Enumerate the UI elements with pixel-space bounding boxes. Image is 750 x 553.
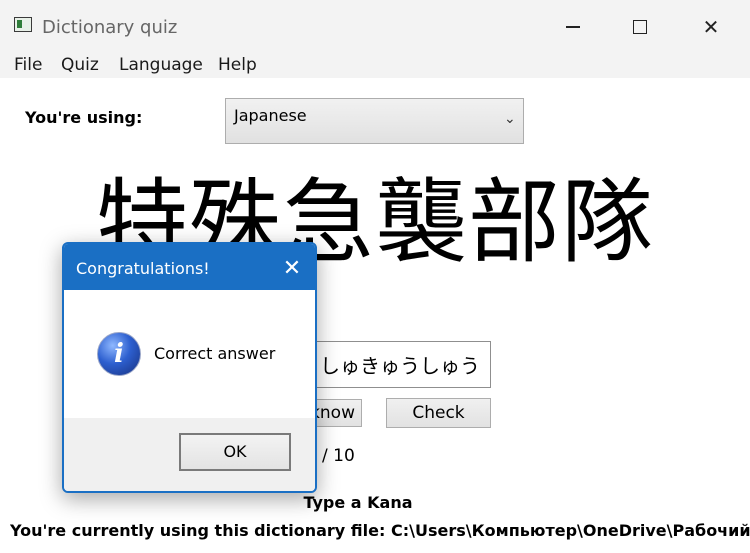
maximize-button[interactable] <box>617 8 663 46</box>
dialog-body: i Correct answer <box>64 290 315 418</box>
menu-quiz[interactable]: Quiz <box>61 55 99 75</box>
dialog-close-button[interactable]: ✕ <box>274 253 310 283</box>
close-icon: ✕ <box>702 15 720 39</box>
score-text: / 10 <box>322 446 355 466</box>
app-icon <box>14 17 32 32</box>
window-title: Dictionary quiz <box>42 17 178 38</box>
maximize-icon <box>633 20 647 34</box>
congratulations-dialog: Congratulations! ✕ i Correct answer OK <box>62 242 317 493</box>
info-icon: i <box>97 332 141 376</box>
close-button[interactable]: ✕ <box>688 8 734 46</box>
ok-button[interactable]: OK <box>179 433 291 471</box>
language-label: You're using: <box>25 108 143 127</box>
minimize-button[interactable] <box>550 8 596 46</box>
check-button[interactable]: Check <box>386 398 491 428</box>
title-bar: Dictionary quiz ✕ <box>0 0 750 52</box>
dictionary-file-path: You're currently using this dictionary f… <box>10 521 750 540</box>
menu-bar: File Quiz Language Help <box>0 52 750 78</box>
menu-file[interactable]: File <box>14 55 42 75</box>
chevron-down-icon: ⌄ <box>504 111 516 127</box>
language-selected-value: Japanese <box>234 106 307 125</box>
menu-help[interactable]: Help <box>218 55 257 75</box>
close-icon: ✕ <box>282 255 302 281</box>
dialog-message: Correct answer <box>154 344 276 363</box>
minimize-icon <box>566 26 580 28</box>
dialog-title: Congratulations! <box>76 259 210 278</box>
language-select[interactable]: Japanese ⌄ <box>225 98 524 144</box>
menu-language[interactable]: Language <box>119 55 203 75</box>
dialog-title-bar: Congratulations! ✕ <box>64 244 315 290</box>
input-hint: Type a Kana <box>303 493 413 512</box>
dialog-footer: OK <box>64 418 315 491</box>
